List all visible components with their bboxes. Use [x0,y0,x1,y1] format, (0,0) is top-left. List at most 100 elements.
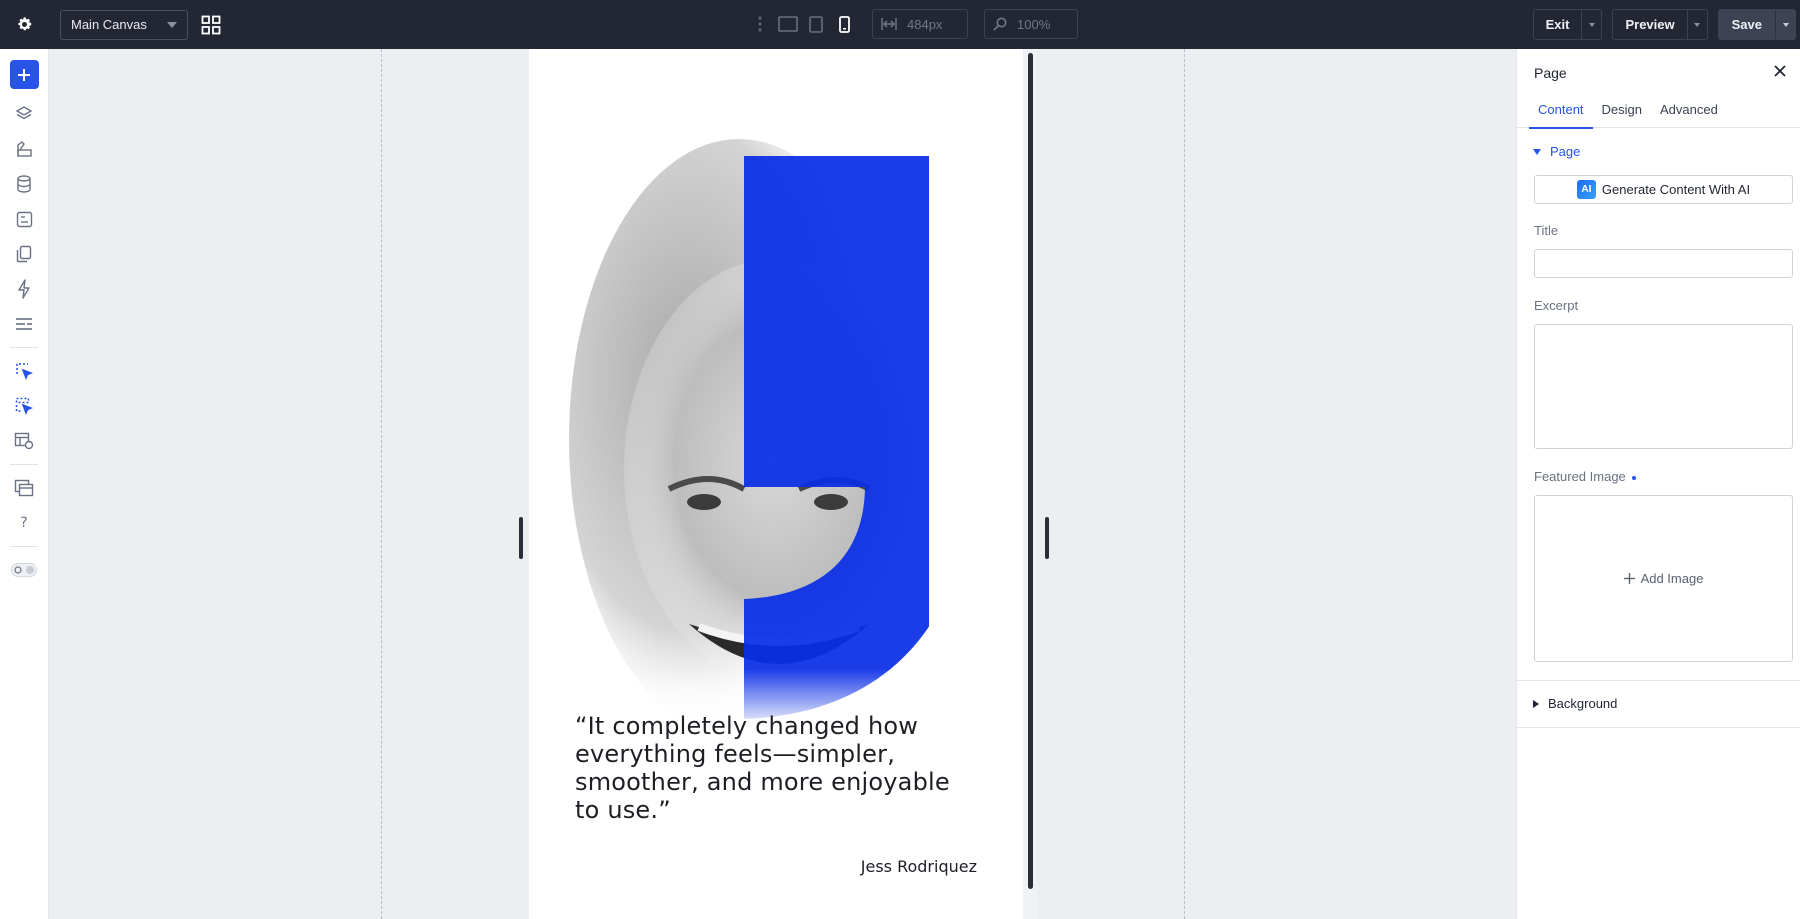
canvas-width-value: 484px [907,16,943,32]
canvas-width-field[interactable]: 484px [872,9,968,39]
featured-image-text: Featured Image [1534,469,1626,484]
grid-view-button[interactable] [198,12,224,38]
grid-icon [201,15,221,34]
windows-button[interactable] [10,475,38,501]
canvas-select-value: Main Canvas [71,17,147,32]
multi-select-tool-button[interactable] [10,393,38,419]
save-split-button: Save [1717,9,1796,40]
zoom-field[interactable]: 100% [984,9,1078,39]
chevron-down-icon [1588,22,1595,27]
more-options-button[interactable] [746,9,774,39]
panel-title: Page [1534,65,1567,81]
panel-tabs: Content Design Advanced [1517,91,1800,129]
exit-button[interactable]: Exit [1534,10,1582,39]
section-background-toggle[interactable]: Background [1533,696,1617,711]
chevron-down-icon [167,21,177,28]
vertical-dots-icon [758,16,762,32]
excerpt-textarea[interactable] [1534,324,1793,449]
rail-divider [10,464,38,465]
chevron-down-icon [1782,22,1789,27]
select-tool-button[interactable] [10,358,38,384]
save-button[interactable]: Save [1719,10,1775,39]
preview-button[interactable]: Preview [1613,10,1686,39]
canvas-guide-line [1184,49,1185,919]
mobile-canvas-frame[interactable]: “It completely changed how everything fe… [529,49,1023,919]
interactions-button[interactable] [10,276,38,302]
settings-button[interactable] [0,0,48,49]
close-icon[interactable] [1772,63,1788,79]
resize-handle-left[interactable] [519,517,523,559]
action-buttons: Exit Preview Save [1532,9,1796,40]
zoom-icon [993,17,1007,31]
help-button[interactable]: ? [10,510,38,536]
exit-dropdown-button[interactable] [1581,10,1601,39]
styles-button[interactable] [10,136,38,162]
canvas-select[interactable]: Main Canvas [60,9,188,40]
lightning-icon [18,279,30,299]
data-button[interactable] [10,171,38,197]
add-icon [18,68,30,81]
list-icon [16,318,32,330]
ai-icon: AI [1576,180,1596,199]
generate-ai-button[interactable]: AI Generate Content With AI [1534,175,1793,204]
mobile-view-button[interactable] [830,9,858,39]
tab-design[interactable]: Design [1593,91,1651,128]
theme-toggle-icon [11,563,37,577]
testimonial-quote[interactable]: “It completely changed how everything fe… [575,712,965,824]
resize-handle-right[interactable] [1045,517,1049,559]
templates-icon [14,432,34,450]
width-arrows-icon [881,18,897,30]
section-background-label: Background [1548,696,1618,711]
form-icon [16,211,32,227]
testimonial-author[interactable]: Jess Rodriquez [861,857,977,876]
pages-icon [16,245,32,263]
theme-toggle[interactable] [10,557,38,583]
section-page-label: Page [1550,144,1581,159]
layers-button[interactable] [10,101,38,127]
mobile-icon [838,15,850,33]
panel-divider [1517,727,1800,728]
tab-advanced[interactable]: Advanced [1651,91,1727,128]
desktop-view-button[interactable] [774,9,802,39]
settings-list-button[interactable] [10,311,38,337]
chevron-down-icon [1694,22,1701,27]
quote-mark-shape [744,156,929,719]
title-input[interactable] [1534,249,1793,278]
exit-split-button: Exit [1532,9,1603,40]
featured-image-label: Featured Image [1534,469,1636,484]
properties-panel: Page Content Design Advanced Page AI Gen… [1516,49,1800,919]
zoom-value: 100% [1017,16,1051,32]
generate-ai-label: Generate Content With AI [1601,182,1751,197]
add-image-label: Add Image [1640,571,1704,586]
database-icon [17,175,31,193]
caret-right-icon [1533,699,1539,708]
cursor-select-icon [16,363,33,380]
forms-button[interactable] [10,206,38,232]
left-icon-rail: ? [0,49,49,919]
pages-button[interactable] [10,241,38,267]
gear-icon [17,17,31,31]
preview-dropdown-button[interactable] [1686,10,1707,39]
caret-down-icon [1533,148,1541,155]
viewport-controls: 484px 100% [746,9,1078,39]
panel-divider [1517,680,1800,681]
portrait-image[interactable] [569,109,929,729]
canvas-scrollbar[interactable] [1028,53,1033,889]
palette-icon [17,141,32,157]
save-dropdown-button[interactable] [1775,10,1795,39]
templates-button[interactable] [10,428,38,454]
preview-split-button: Preview [1612,9,1708,40]
windows-icon [14,479,34,497]
help-icon: ? [20,515,28,531]
section-page-toggle[interactable]: Page [1533,144,1580,159]
desktop-icon [778,16,798,32]
rail-divider [10,347,38,348]
cursor-multi-icon [15,397,33,415]
tablet-icon [809,15,823,33]
canvas-guide-line [381,49,382,919]
tablet-view-button[interactable] [802,9,830,39]
tab-content[interactable]: Content [1529,91,1593,129]
required-dot [1631,475,1636,480]
add-element-button[interactable] [9,60,39,89]
featured-image-dropzone[interactable]: Add Image [1534,495,1793,662]
